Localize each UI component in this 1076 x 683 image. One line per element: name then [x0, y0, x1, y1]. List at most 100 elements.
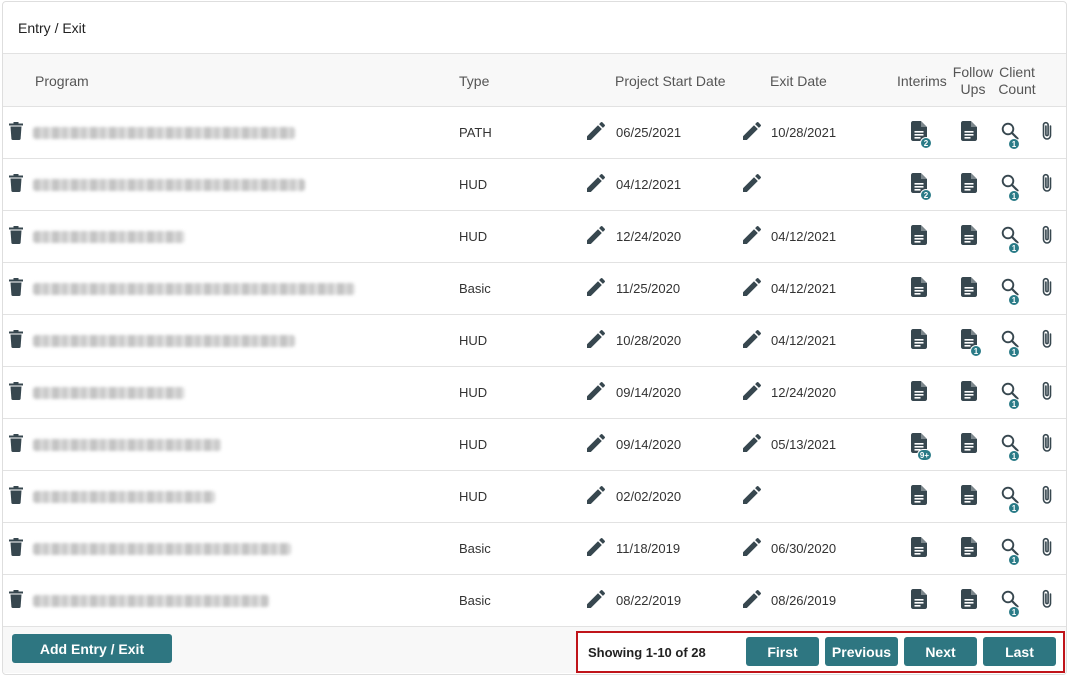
client-count-button[interactable]: 1 [1001, 211, 1027, 262]
edit-exit-date-button[interactable] [743, 523, 765, 574]
delete-row-button[interactable] [9, 575, 25, 626]
program-cell[interactable] [33, 315, 373, 366]
client-count-button[interactable]: 1 [1001, 523, 1027, 574]
delete-row-button[interactable] [9, 471, 25, 522]
client-count-button[interactable]: 1 [1001, 107, 1027, 158]
follow-ups-button[interactable] [961, 211, 983, 262]
attachments-button[interactable] [1041, 107, 1057, 158]
attachments-button[interactable] [1041, 211, 1057, 262]
delete-row-button[interactable] [9, 263, 25, 314]
program-cell[interactable] [33, 523, 373, 574]
attachments-button[interactable] [1041, 315, 1057, 366]
table-row: HUD 02/02/2020 1 [3, 471, 1066, 523]
delete-row-button[interactable] [9, 419, 25, 470]
edit-start-date-button[interactable] [587, 107, 609, 158]
client-count-button[interactable]: 1 [1001, 367, 1027, 418]
edit-start-date-button[interactable] [587, 263, 609, 314]
edit-start-date-button[interactable] [587, 315, 609, 366]
follow-ups-button[interactable] [961, 523, 983, 574]
follow-ups-button[interactable] [961, 159, 983, 210]
previous-page-button[interactable]: Previous [825, 637, 898, 666]
interims-button[interactable]: 2 [911, 107, 933, 158]
client-count-button[interactable]: 1 [1001, 419, 1027, 470]
edit-exit-date-button[interactable] [743, 159, 765, 210]
col-follow-ups: Follow Ups [951, 54, 995, 107]
interims-button[interactable] [911, 575, 933, 626]
first-page-button[interactable]: First [746, 637, 819, 666]
add-entry-exit-button[interactable]: Add Entry / Exit [12, 634, 172, 663]
paperclip-icon [1041, 433, 1053, 456]
edit-start-date-button[interactable] [587, 211, 609, 262]
edit-exit-date-button[interactable] [743, 419, 765, 470]
edit-exit-date-button[interactable] [743, 107, 765, 158]
attachments-button[interactable] [1041, 419, 1057, 470]
pencil-icon [587, 382, 605, 403]
attachments-button[interactable] [1041, 367, 1057, 418]
program-cell[interactable] [33, 159, 373, 210]
interims-button[interactable] [911, 211, 933, 262]
col-program[interactable]: Program [35, 54, 89, 107]
program-cell[interactable] [33, 263, 373, 314]
col-type[interactable]: Type [459, 54, 489, 107]
interims-button[interactable] [911, 471, 933, 522]
interims-button[interactable]: 2 [911, 159, 933, 210]
delete-row-button[interactable] [9, 107, 25, 158]
exit-date-cell: 08/26/2019 [771, 593, 837, 608]
edit-start-date-button[interactable] [587, 419, 609, 470]
edit-exit-date-button[interactable] [743, 575, 765, 626]
interims-button[interactable] [911, 367, 933, 418]
follow-ups-button[interactable] [961, 107, 983, 158]
program-cell[interactable] [33, 211, 373, 262]
attachments-button[interactable] [1041, 523, 1057, 574]
edit-exit-date-button[interactable] [743, 263, 765, 314]
delete-row-button[interactable] [9, 211, 25, 262]
follow-ups-button[interactable] [961, 367, 983, 418]
attachments-button[interactable] [1041, 263, 1057, 314]
edit-exit-date-button[interactable] [743, 471, 765, 522]
edit-start-date-button[interactable] [587, 523, 609, 574]
last-page-button[interactable]: Last [983, 637, 1056, 666]
next-page-button[interactable]: Next [904, 637, 977, 666]
follow-ups-button[interactable] [961, 263, 983, 314]
edit-exit-date-button[interactable] [743, 367, 765, 418]
edit-start-date-button[interactable] [587, 471, 609, 522]
follow-ups-button[interactable] [961, 575, 983, 626]
edit-start-date-button[interactable] [587, 159, 609, 210]
attachments-button[interactable] [1041, 575, 1057, 626]
start-date-cell: 10/28/2020 [616, 333, 682, 348]
client-count-button[interactable]: 1 [1001, 159, 1027, 210]
follow-ups-button[interactable] [961, 419, 983, 470]
edit-start-date-button[interactable] [587, 575, 609, 626]
follow-ups-button[interactable]: 1 [961, 315, 983, 366]
delete-row-button[interactable] [9, 315, 25, 366]
program-cell[interactable] [33, 419, 373, 470]
interims-count-badge: 2 [920, 189, 932, 201]
delete-row-button[interactable] [9, 367, 25, 418]
delete-row-button[interactable] [9, 159, 25, 210]
type-cell: HUD [459, 489, 488, 504]
type-cell: Basic [459, 281, 491, 296]
col-start-date[interactable]: Project Start Date [615, 54, 726, 107]
client-count-badge: 1 [1008, 398, 1020, 410]
attachments-button[interactable] [1041, 159, 1057, 210]
follow-ups-button[interactable] [961, 471, 983, 522]
client-count-button[interactable]: 1 [1001, 575, 1027, 626]
delete-row-button[interactable] [9, 523, 25, 574]
program-cell[interactable] [33, 367, 373, 418]
edit-start-date-button[interactable] [587, 367, 609, 418]
program-cell[interactable] [33, 107, 373, 158]
interims-button[interactable] [911, 315, 933, 366]
client-count-button[interactable]: 1 [1001, 263, 1027, 314]
program-cell[interactable] [33, 471, 373, 522]
edit-exit-date-button[interactable] [743, 315, 765, 366]
edit-exit-date-button[interactable] [743, 211, 765, 262]
client-count-button[interactable]: 1 [1001, 471, 1027, 522]
interims-button[interactable]: 9+ [911, 419, 933, 470]
interims-button[interactable] [911, 523, 933, 574]
client-count-button[interactable]: 1 [1001, 315, 1027, 366]
trash-icon [9, 590, 23, 611]
program-cell[interactable] [33, 575, 373, 626]
col-exit-date[interactable]: Exit Date [770, 54, 827, 107]
attachments-button[interactable] [1041, 471, 1057, 522]
interims-button[interactable] [911, 263, 933, 314]
